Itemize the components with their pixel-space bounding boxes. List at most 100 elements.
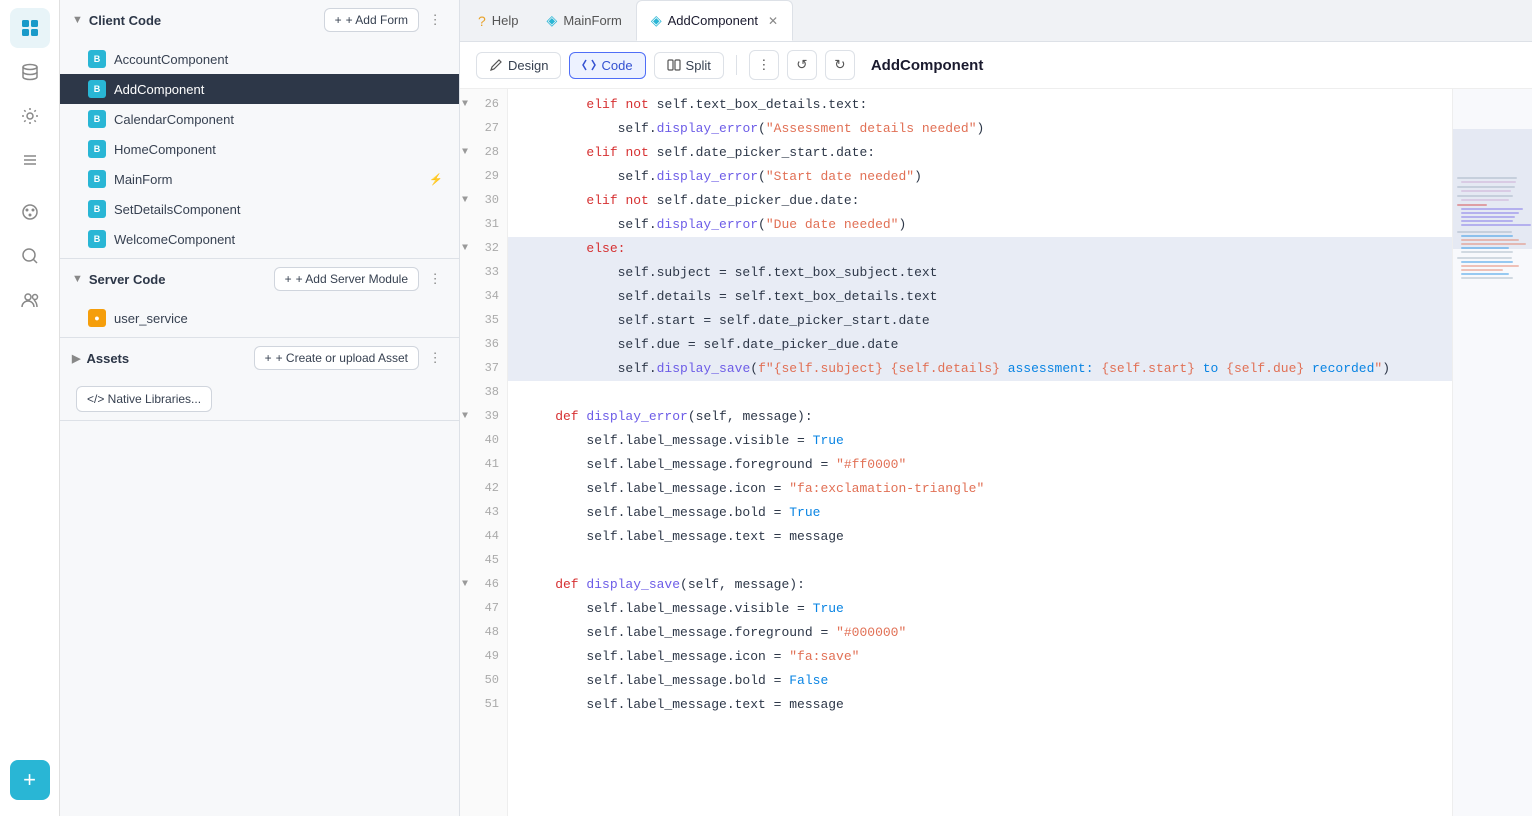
server-code-header: ▼ Server Code + + Add Server Module ⋮ [60,259,459,299]
assets-section: ▶ Assets + + Create or upload Asset ⋮ </… [60,338,459,421]
code-line-29: self.display_error("Start date needed") [508,165,1452,189]
code-label: Code [601,58,632,73]
component-icon: B [88,170,106,188]
file-item-homecomponent[interactable]: B HomeComponent [60,134,459,164]
mainform-tab-icon: ◈ [547,12,558,29]
code-line-31: self.display_error("Due date needed") [508,213,1452,237]
code-line-35: self.start = self.date_picker_start.date [508,309,1452,333]
line-num-28: ▼28 [460,141,507,165]
code-line-42: self.label_message.icon = "fa:exclamatio… [508,477,1452,501]
client-code-actions: + + Add Form ⋮ [324,8,447,32]
server-code-items: ● user_service [60,299,459,337]
code-line-37: self.display_save(f"{self.subject} {self… [508,357,1452,381]
line-num-30: ▼30 [460,189,507,213]
database-icon [20,62,40,82]
server-code-label: Server Code [89,272,166,287]
settings-icon [20,106,40,126]
assets-actions: + + Create or upload Asset ⋮ [254,346,447,370]
file-item-label: AddComponent [114,82,443,97]
minimap[interactable] [1452,89,1532,816]
toolbar-separator [736,55,737,75]
code-line-40: self.label_message.visible = True [508,429,1452,453]
search-icon-btn[interactable] [10,236,50,276]
plus-icon: + [285,272,292,286]
tab-addcomponent[interactable]: ◈ AddComponent ✕ [636,0,793,41]
palette-icon-btn[interactable] [10,192,50,232]
line-num-32: ▼32 [460,237,507,261]
client-code-title[interactable]: ▼ Client Code [72,13,161,28]
line-num-26: ▼26 [460,93,507,117]
code-line-45 [508,549,1452,573]
plus-icon: + [265,351,272,365]
file-item-label: HomeComponent [114,142,443,157]
client-code-menu-btn[interactable]: ⋮ [423,8,447,32]
server-code-actions: + + Add Server Module ⋮ [274,267,447,291]
file-item-label: user_service [114,311,443,326]
file-item-setdetailscomponent[interactable]: B SetDetailsComponent [60,194,459,224]
tab-label: MainForm [563,13,622,28]
line-num-35: 35 [460,309,507,333]
assets-items: </> Native Libraries... [60,378,459,420]
file-item-label: SetDetailsComponent [114,202,443,217]
assets-title[interactable]: ▶ Assets [72,351,129,366]
native-lib-label: </> Native Libraries... [87,392,201,406]
design-button[interactable]: Design [476,52,561,79]
code-line-30: elif not self.date_picker_due.date: [508,189,1452,213]
users-icon-btn[interactable] [10,280,50,320]
line-num-34: 34 [460,285,507,309]
add-form-button[interactable]: + + Add Form [324,8,419,32]
file-item-mainform[interactable]: B MainForm ⚡ [60,164,459,194]
tab-bar: ? Help ◈ MainForm ◈ AddComponent ✕ [460,0,1532,42]
tab-help[interactable]: ? Help [464,0,533,41]
code-content[interactable]: elif not self.text_box_details.text: sel… [508,89,1452,816]
split-button[interactable]: Split [654,52,724,79]
line-num-43: 43 [460,501,507,525]
split-icon [667,58,681,72]
grid-icon-btn[interactable] [10,8,50,48]
line-num-49: 49 [460,645,507,669]
line-num-41: 41 [460,453,507,477]
settings-icon-btn[interactable] [10,96,50,136]
code-line-34: self.details = self.text_box_details.tex… [508,285,1452,309]
plus-icon: + [335,13,342,27]
line-num-27: 27 [460,117,507,141]
server-code-menu-btn[interactable]: ⋮ [423,267,447,291]
file-item-addcomponent[interactable]: B AddComponent [60,74,459,104]
add-server-module-button[interactable]: + + Add Server Module [274,267,419,291]
list-icon-btn[interactable] [10,140,50,180]
code-line-39: def display_error(self, message): [508,405,1452,429]
code-line-32: else: [508,237,1452,261]
add-main-btn[interactable]: + [10,760,50,800]
undo-btn[interactable]: ↺ [787,50,817,80]
tab-mainform[interactable]: ◈ MainForm [533,0,636,41]
client-code-label: Client Code [89,13,161,28]
native-libraries-btn[interactable]: </> Native Libraries... [76,386,212,412]
service-icon: ● [88,309,106,327]
code-line-26: elif not self.text_box_details.text: [508,93,1452,117]
file-item-user-service[interactable]: ● user_service [60,303,459,333]
file-item-accountcomponent[interactable]: B AccountComponent [60,44,459,74]
line-num-48: 48 [460,621,507,645]
database-icon-btn[interactable] [10,52,50,92]
code-line-44: self.label_message.text = message [508,525,1452,549]
code-editor[interactable]: ▼26 27 ▼28 29 ▼30 31 ▼32 33 34 35 36 37 … [460,89,1532,816]
file-item-calendarcomponent[interactable]: B CalendarComponent [60,104,459,134]
chevron-down-icon: ▼ [72,14,83,26]
more-options-btn[interactable]: ⋮ [749,50,779,80]
server-code-title[interactable]: ▼ Server Code [72,272,165,287]
assets-menu-btn[interactable]: ⋮ [423,346,447,370]
close-tab-icon[interactable]: ✕ [768,14,778,28]
code-button[interactable]: Code [569,52,645,79]
file-item-welcomecomponent[interactable]: B WelcomeComponent [60,224,459,254]
code-icon [582,58,596,72]
add-form-label: + Add Form [346,13,408,27]
code-line-51: self.label_message.text = message [508,693,1452,717]
line-numbers: ▼26 27 ▼28 29 ▼30 31 ▼32 33 34 35 36 37 … [460,89,508,816]
redo-btn[interactable]: ↻ [825,50,855,80]
file-item-label: MainForm [114,172,421,187]
plus-icon: + [23,767,36,793]
create-asset-button[interactable]: + + Create or upload Asset [254,346,419,370]
line-num-40: 40 [460,429,507,453]
mainform-suffix: ⚡ [429,173,443,186]
assets-header: ▶ Assets + + Create or upload Asset ⋮ [60,338,459,378]
